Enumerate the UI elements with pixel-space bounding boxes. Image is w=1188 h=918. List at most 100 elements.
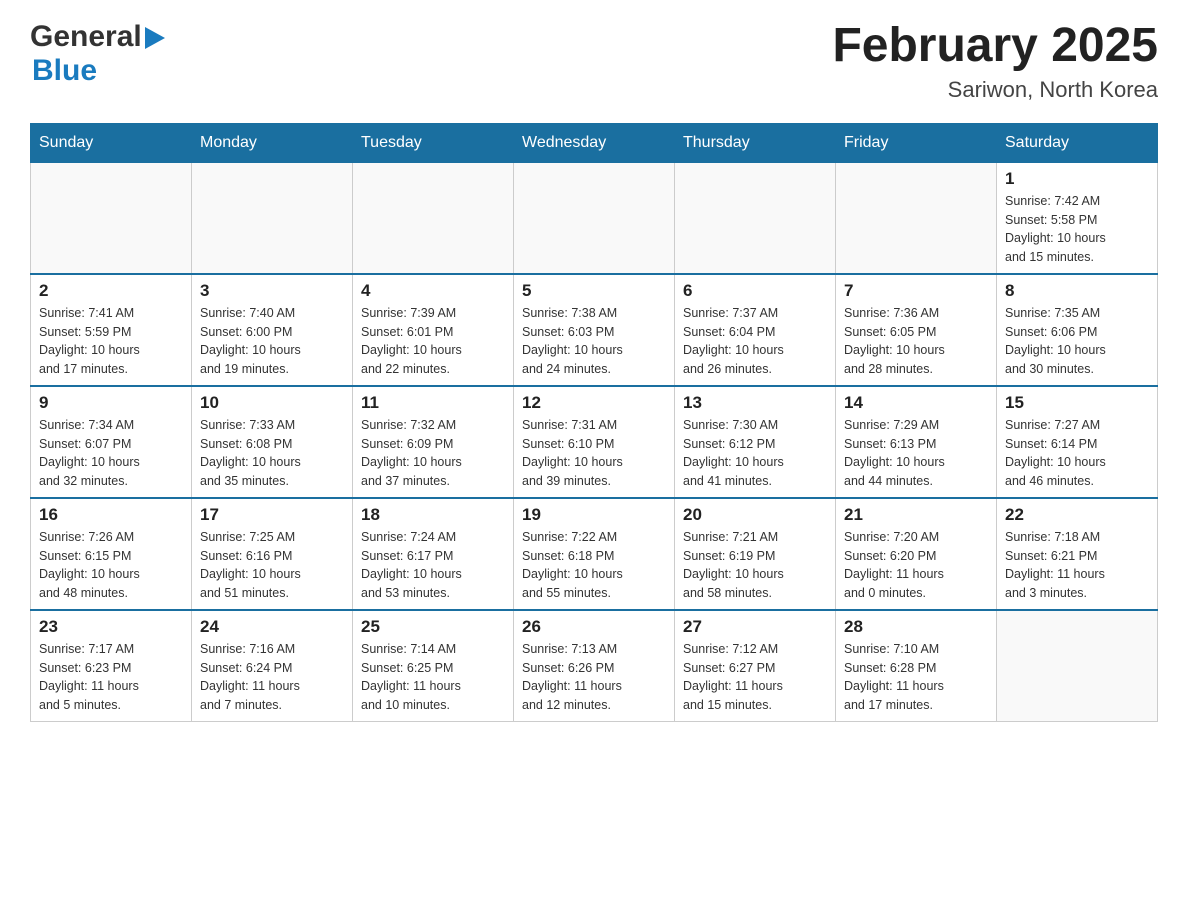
calendar-table: Sunday Monday Tuesday Wednesday Thursday… [30, 123, 1158, 722]
calendar-cell-week4-day5: 21 Sunrise: 7:20 AM Sunset: 6:20 PM Dayli… [836, 498, 997, 610]
calendar-cell-week5-day0: 23 Sunrise: 7:17 AM Sunset: 6:23 PM Dayli… [31, 610, 192, 722]
day-info: Sunrise: 7:42 AM Sunset: 5:58 PM Dayligh… [1005, 192, 1149, 267]
day-info: Sunrise: 7:38 AM Sunset: 6:03 PM Dayligh… [522, 304, 666, 379]
day-number: 24 [200, 617, 344, 637]
day-info: Sunrise: 7:22 AM Sunset: 6:18 PM Dayligh… [522, 528, 666, 603]
day-number: 8 [1005, 281, 1149, 301]
calendar-cell-week1-day3 [514, 162, 675, 274]
day-info: Sunrise: 7:18 AM Sunset: 6:21 PM Dayligh… [1005, 528, 1149, 603]
day-number: 28 [844, 617, 988, 637]
day-number: 23 [39, 617, 183, 637]
calendar-cell-week2-day5: 7 Sunrise: 7:36 AM Sunset: 6:05 PM Daylig… [836, 274, 997, 386]
col-friday: Friday [836, 123, 997, 162]
day-info: Sunrise: 7:24 AM Sunset: 6:17 PM Dayligh… [361, 528, 505, 603]
day-number: 6 [683, 281, 827, 301]
day-number: 10 [200, 393, 344, 413]
day-info: Sunrise: 7:34 AM Sunset: 6:07 PM Dayligh… [39, 416, 183, 491]
day-info: Sunrise: 7:27 AM Sunset: 6:14 PM Dayligh… [1005, 416, 1149, 491]
calendar-cell-week1-day1 [192, 162, 353, 274]
day-info: Sunrise: 7:39 AM Sunset: 6:01 PM Dayligh… [361, 304, 505, 379]
day-info: Sunrise: 7:33 AM Sunset: 6:08 PM Dayligh… [200, 416, 344, 491]
calendar-header-row: Sunday Monday Tuesday Wednesday Thursday… [31, 123, 1158, 162]
logo-blue-text: Blue [32, 54, 165, 88]
day-number: 21 [844, 505, 988, 525]
calendar-cell-week3-day4: 13 Sunrise: 7:30 AM Sunset: 6:12 PM Dayli… [675, 386, 836, 498]
day-info: Sunrise: 7:41 AM Sunset: 5:59 PM Dayligh… [39, 304, 183, 379]
day-number: 2 [39, 281, 183, 301]
day-info: Sunrise: 7:17 AM Sunset: 6:23 PM Dayligh… [39, 640, 183, 715]
calendar-cell-week5-day1: 24 Sunrise: 7:16 AM Sunset: 6:24 PM Dayli… [192, 610, 353, 722]
calendar-cell-week2-day2: 4 Sunrise: 7:39 AM Sunset: 6:01 PM Daylig… [353, 274, 514, 386]
location-subtitle: Sariwon, North Korea [832, 77, 1158, 103]
calendar-cell-week3-day3: 12Sunrise: 7:31 AM Sunset: 6:10 PM Dayli… [514, 386, 675, 498]
calendar-cell-week2-day6: 8 Sunrise: 7:35 AM Sunset: 6:06 PM Daylig… [997, 274, 1158, 386]
col-tuesday: Tuesday [353, 123, 514, 162]
calendar-cell-week4-day4: 20Sunrise: 7:21 AM Sunset: 6:19 PM Dayli… [675, 498, 836, 610]
calendar-cell-week1-day0 [31, 162, 192, 274]
calendar-week-row-5: 23 Sunrise: 7:17 AM Sunset: 6:23 PM Dayli… [31, 610, 1158, 722]
calendar-cell-week3-day6: 15 Sunrise: 7:27 AM Sunset: 6:14 PM Dayli… [997, 386, 1158, 498]
day-number: 1 [1005, 169, 1149, 189]
col-sunday: Sunday [31, 123, 192, 162]
day-number: 25 [361, 617, 505, 637]
day-info: Sunrise: 7:26 AM Sunset: 6:15 PM Dayligh… [39, 528, 183, 603]
calendar-cell-week1-day5 [836, 162, 997, 274]
calendar-week-row-4: 16 Sunrise: 7:26 AM Sunset: 6:15 PM Dayli… [31, 498, 1158, 610]
day-number: 7 [844, 281, 988, 301]
day-number: 15 [1005, 393, 1149, 413]
calendar-cell-week3-day1: 10 Sunrise: 7:33 AM Sunset: 6:08 PM Dayli… [192, 386, 353, 498]
calendar-cell-week2-day0: 2 Sunrise: 7:41 AM Sunset: 5:59 PM Daylig… [31, 274, 192, 386]
calendar-cell-week5-day5: 28 Sunrise: 7:10 AM Sunset: 6:28 PM Dayli… [836, 610, 997, 722]
day-number: 20 [683, 505, 827, 525]
col-wednesday: Wednesday [514, 123, 675, 162]
logo-general-text: General [30, 20, 142, 54]
day-info: Sunrise: 7:20 AM Sunset: 6:20 PM Dayligh… [844, 528, 988, 603]
day-number: 22 [1005, 505, 1149, 525]
day-number: 16 [39, 505, 183, 525]
day-number: 18 [361, 505, 505, 525]
day-number: 4 [361, 281, 505, 301]
day-info: Sunrise: 7:30 AM Sunset: 6:12 PM Dayligh… [683, 416, 827, 491]
calendar-cell-week5-day2: 25Sunrise: 7:14 AM Sunset: 6:25 PM Dayli… [353, 610, 514, 722]
calendar-week-row-2: 2 Sunrise: 7:41 AM Sunset: 5:59 PM Daylig… [31, 274, 1158, 386]
day-number: 5 [522, 281, 666, 301]
calendar-cell-week5-day4: 27Sunrise: 7:12 AM Sunset: 6:27 PM Dayli… [675, 610, 836, 722]
calendar-cell-week4-day2: 18 Sunrise: 7:24 AM Sunset: 6:17 PM Dayli… [353, 498, 514, 610]
col-thursday: Thursday [675, 123, 836, 162]
calendar-cell-week5-day6 [997, 610, 1158, 722]
day-info: Sunrise: 7:31 AM Sunset: 6:10 PM Dayligh… [522, 416, 666, 491]
calendar-cell-week1-day2 [353, 162, 514, 274]
calendar-cell-week4-day3: 19 Sunrise: 7:22 AM Sunset: 6:18 PM Dayli… [514, 498, 675, 610]
calendar-week-row-1: 1 Sunrise: 7:42 AM Sunset: 5:58 PM Daylig… [31, 162, 1158, 274]
calendar-cell-week3-day0: 9 Sunrise: 7:34 AM Sunset: 6:07 PM Daylig… [31, 386, 192, 498]
day-info: Sunrise: 7:16 AM Sunset: 6:24 PM Dayligh… [200, 640, 344, 715]
day-info: Sunrise: 7:36 AM Sunset: 6:05 PM Dayligh… [844, 304, 988, 379]
day-info: Sunrise: 7:10 AM Sunset: 6:28 PM Dayligh… [844, 640, 988, 715]
day-info: Sunrise: 7:37 AM Sunset: 6:04 PM Dayligh… [683, 304, 827, 379]
calendar-cell-week2-day4: 6 Sunrise: 7:37 AM Sunset: 6:04 PM Daylig… [675, 274, 836, 386]
day-info: Sunrise: 7:32 AM Sunset: 6:09 PM Dayligh… [361, 416, 505, 491]
day-info: Sunrise: 7:29 AM Sunset: 6:13 PM Dayligh… [844, 416, 988, 491]
day-number: 14 [844, 393, 988, 413]
day-number: 13 [683, 393, 827, 413]
day-info: Sunrise: 7:25 AM Sunset: 6:16 PM Dayligh… [200, 528, 344, 603]
day-info: Sunrise: 7:35 AM Sunset: 6:06 PM Dayligh… [1005, 304, 1149, 379]
calendar-cell-week2-day3: 5 Sunrise: 7:38 AM Sunset: 6:03 PM Daylig… [514, 274, 675, 386]
calendar-cell-week3-day5: 14 Sunrise: 7:29 AM Sunset: 6:13 PM Dayli… [836, 386, 997, 498]
day-number: 26 [522, 617, 666, 637]
day-info: Sunrise: 7:13 AM Sunset: 6:26 PM Dayligh… [522, 640, 666, 715]
day-number: 17 [200, 505, 344, 525]
logo: General Blue [30, 20, 165, 88]
calendar-cell-week1-day6: 1 Sunrise: 7:42 AM Sunset: 5:58 PM Daylig… [997, 162, 1158, 274]
calendar-cell-week4-day1: 17 Sunrise: 7:25 AM Sunset: 6:16 PM Dayli… [192, 498, 353, 610]
month-title: February 2025 [832, 20, 1158, 73]
col-saturday: Saturday [997, 123, 1158, 162]
day-number: 11 [361, 393, 505, 413]
calendar-cell-week3-day2: 11 Sunrise: 7:32 AM Sunset: 6:09 PM Dayli… [353, 386, 514, 498]
calendar-cell-week4-day6: 22 Sunrise: 7:18 AM Sunset: 6:21 PM Dayli… [997, 498, 1158, 610]
day-number: 19 [522, 505, 666, 525]
day-number: 3 [200, 281, 344, 301]
calendar-cell-week1-day4 [675, 162, 836, 274]
day-number: 9 [39, 393, 183, 413]
col-monday: Monday [192, 123, 353, 162]
